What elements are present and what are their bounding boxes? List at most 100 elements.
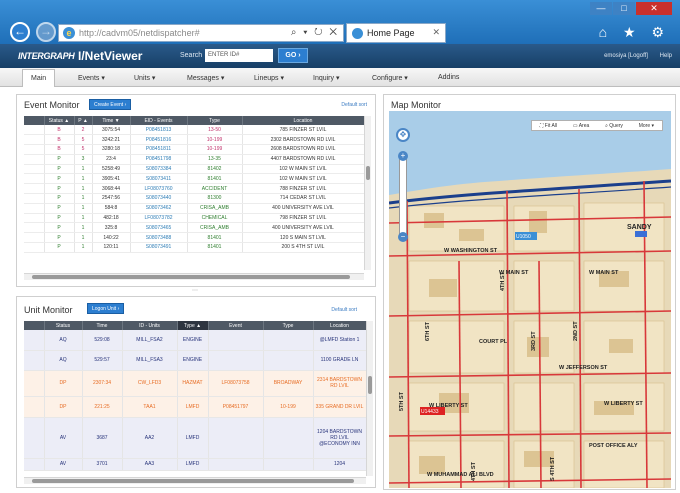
- marker-sandy-icon[interactable]: [635, 231, 647, 237]
- event-row[interactable]: P 3 23:4 P08451798 13-35 4407 BARDSTOWN RD LV…: [24, 154, 365, 165]
- menu-configure[interactable]: Configure ▾: [372, 74, 408, 82]
- unit-col-type[interactable]: Type ▲: [177, 321, 209, 330]
- zoom-in-button[interactable]: +: [398, 151, 408, 161]
- event-col-select: [24, 116, 45, 125]
- event-row[interactable]: B 5 3280:18 P08451811 10-199 2608 BARDSTOWN R…: [24, 144, 365, 155]
- event-cell-eid[interactable]: S08073488: [130, 232, 188, 244]
- unit-col-status[interactable]: Status: [44, 321, 83, 330]
- unit-col-time[interactable]: Time: [82, 321, 123, 330]
- query-button[interactable]: ⌕ Query: [605, 123, 623, 129]
- event-horizontal-scrollbar[interactable]: [24, 273, 364, 280]
- unit-hscroll-thumb[interactable]: [32, 479, 354, 483]
- browser-tab[interactable]: Home Page ✕: [346, 23, 446, 43]
- fit-all-button[interactable]: ⛶ Fit All: [540, 123, 557, 129]
- event-row[interactable]: P 1 120:11 S08073491 81401 200 S 4TH ST LVIL: [24, 242, 365, 253]
- menu-units[interactable]: Units ▾: [134, 74, 155, 82]
- unit-row[interactable]: AQ 529:08 MILL_FSA2 ENGINE @LMFD Station 1: [24, 330, 367, 351]
- unit-row[interactable]: DP 221:25 TAA1 LMFD P08451797 10-199 335 GRAND…: [24, 396, 367, 418]
- close-button[interactable]: ✕: [636, 2, 672, 15]
- menu-lineups[interactable]: Lineups ▾: [254, 74, 284, 82]
- event-cell-eid[interactable]: LF08073760: [130, 183, 188, 195]
- event-cell-status: P: [44, 222, 75, 234]
- pan-control-icon[interactable]: ✥: [396, 128, 410, 142]
- search-input[interactable]: ENTER ID#: [205, 49, 273, 62]
- event-cell-eid[interactable]: P08451798: [130, 154, 188, 165]
- create-event-button[interactable]: Create Event ›: [89, 99, 132, 110]
- unit-row[interactable]: AQ 529:57 MILL_FSA3 ENGINE 1100 GRADE LN: [24, 350, 367, 371]
- event-marker-red[interactable]: U14433: [420, 407, 445, 415]
- event-row[interactable]: P 1 2547:56 S08073440 81300 714 CEDAR ST LVIL: [24, 193, 365, 204]
- event-cell-eid[interactable]: S08073440: [130, 193, 188, 204]
- unit-vertical-scrollbar[interactable]: [366, 321, 373, 476]
- event-row[interactable]: B 2 3075:54 P08451813 13-50 785 FINZER ST LVI…: [24, 125, 365, 136]
- unit-col-id[interactable]: ID - Units: [122, 321, 178, 330]
- unit-row[interactable]: AV 3687 AA2 LMFD 1204 BARDSTOWN RD LVIL @ECO…: [24, 417, 367, 459]
- tab-favicon-icon: [352, 28, 363, 39]
- menu-inquiry[interactable]: Inquiry ▾: [313, 74, 339, 82]
- event-scroll-thumb[interactable]: [366, 166, 370, 180]
- event-row[interactable]: P 1 3905:41 S08073411 81401 102 W MAIN ST LVI…: [24, 173, 365, 185]
- minimize-button[interactable]: —: [590, 2, 612, 15]
- tab-close-icon[interactable]: ✕: [432, 27, 440, 38]
- panel-splitter[interactable]: ⋯: [192, 287, 198, 294]
- unit-cell-status: AQ: [44, 330, 83, 351]
- browser-toolbar-icons[interactable]: ⌂ ★ ⚙: [599, 24, 670, 41]
- go-button[interactable]: GO ›: [278, 48, 308, 63]
- zoom-slider[interactable]: [399, 152, 407, 238]
- unit-col-event-type[interactable]: Type: [263, 321, 314, 330]
- logoff-link[interactable]: emosiya [Logoff]: [604, 53, 648, 59]
- unit-marker-blue[interactable]: U1050: [515, 232, 537, 240]
- event-default-sort-link[interactable]: Default sort: [341, 102, 367, 108]
- event-vertical-scrollbar[interactable]: [364, 116, 371, 270]
- event-row[interactable]: P 1 3068:44 LF08073760 ACCIDENT 788 FINZER ST…: [24, 183, 365, 195]
- event-cell-eid[interactable]: S08073491: [130, 242, 188, 253]
- event-col-priority[interactable]: P ▲: [74, 116, 93, 125]
- address-tools-icon[interactable]: ⌕ ▾ ↻ ✕: [291, 27, 339, 38]
- event-col-eid[interactable]: EID - Events: [130, 116, 188, 125]
- forward-button[interactable]: →: [36, 22, 56, 42]
- event-cell-eid[interactable]: P08451813: [130, 125, 188, 136]
- event-row[interactable]: P 1 482:18 LF08073782 CHEMICAL 798 FINZER ST …: [24, 213, 365, 224]
- unit-col-event[interactable]: Event: [208, 321, 264, 330]
- unit-horizontal-scrollbar[interactable]: [24, 477, 366, 484]
- event-col-time[interactable]: Time ▼: [92, 116, 131, 125]
- event-col-status[interactable]: Status ▲: [44, 116, 75, 125]
- area-button[interactable]: ▭ Area: [573, 123, 589, 129]
- back-button[interactable]: ←: [10, 22, 30, 42]
- logon-unit-button[interactable]: Logon Unit ›: [87, 303, 125, 314]
- event-cell-time: 584:8: [92, 203, 131, 214]
- tab-main[interactable]: Main: [22, 69, 56, 87]
- menu-addins[interactable]: Addins: [438, 74, 459, 81]
- unit-row[interactable]: AV 3701 AA3 LMFD 1204: [24, 458, 367, 471]
- event-row[interactable]: P 1 325:8 S08073465 CRISA_AMB 400 UNIVERSITY …: [24, 222, 365, 234]
- event-cell-eid[interactable]: S08073462: [130, 203, 188, 214]
- unit-cell-id: CW_LFD3: [122, 370, 178, 397]
- event-cell-location: 102 W MAIN ST LVIL: [242, 173, 365, 185]
- menu-events[interactable]: Events ▾: [78, 74, 105, 82]
- event-cell-eid[interactable]: S08073465: [130, 222, 188, 234]
- menu-messages[interactable]: Messages ▾: [187, 74, 224, 82]
- event-cell-eid[interactable]: P08451816: [130, 134, 188, 146]
- event-cell-eid[interactable]: S08073384: [130, 164, 188, 175]
- maximize-button[interactable]: □: [613, 2, 635, 15]
- unit-scroll-thumb[interactable]: [368, 376, 372, 394]
- event-col-type[interactable]: Type: [187, 116, 243, 125]
- event-cell-eid[interactable]: P08451811: [130, 144, 188, 155]
- zoom-out-button[interactable]: −: [398, 232, 408, 242]
- event-row[interactable]: P 1 584:8 S08073462 CRISA_AMB 400 UNIVERSITY …: [24, 203, 365, 214]
- unit-col-location[interactable]: Location: [313, 321, 367, 330]
- event-row[interactable]: P 1 5258:49 S08073384 81402 102 W MAIN ST LVI…: [24, 164, 365, 175]
- map-canvas[interactable]: W WASHINGTON ST W MAIN ST W MAIN ST COUR…: [389, 111, 671, 488]
- unit-default-sort-link[interactable]: Default sort: [331, 307, 357, 313]
- event-hscroll-thumb[interactable]: [32, 275, 350, 279]
- event-row[interactable]: B 5 3242:21 P08451816 10-199 2302 BARDSTOWN R…: [24, 134, 365, 146]
- unit-monitor-title: Unit Monitor: [24, 305, 73, 315]
- address-bar[interactable]: e http://cadvm05/netdispatcher# ⌕ ▾ ↻ ✕: [58, 24, 344, 42]
- event-cell-eid[interactable]: S08073411: [130, 173, 188, 185]
- event-col-location[interactable]: Location: [242, 116, 365, 125]
- event-cell-eid[interactable]: LF08073782: [130, 213, 188, 224]
- help-link[interactable]: Help: [660, 53, 672, 59]
- event-row[interactable]: P 1 140:22 S08073488 81401 120 S MAIN ST LVIL: [24, 232, 365, 244]
- unit-row[interactable]: DP 2307:34 CW_LFD3 HAZMAT LF08073758 BROADWAY…: [24, 370, 367, 397]
- more-button[interactable]: More ▾: [639, 123, 654, 129]
